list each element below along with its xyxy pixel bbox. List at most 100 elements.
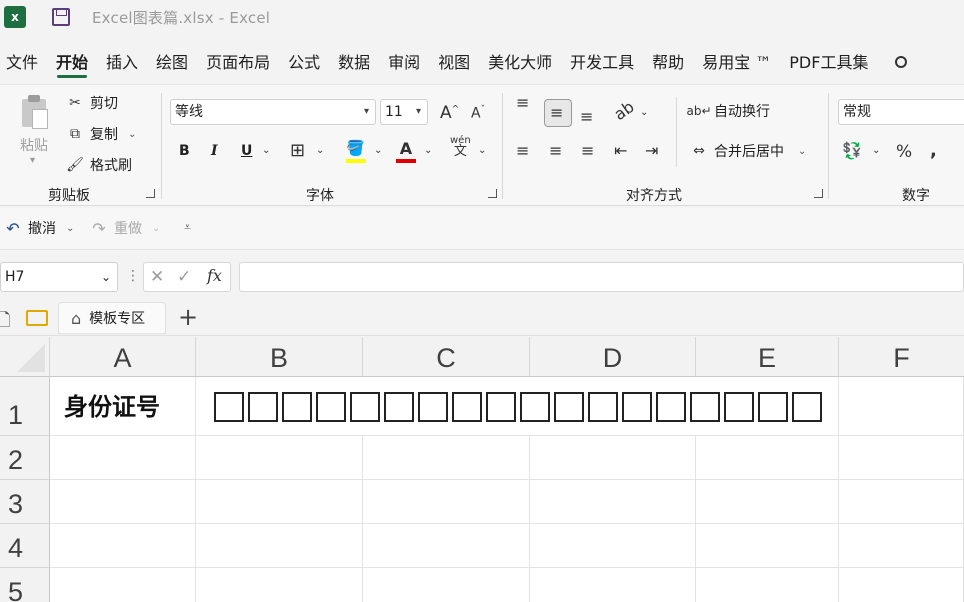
undo-dropdown-icon[interactable]: ⌄ bbox=[66, 223, 74, 234]
align-top-icon[interactable]: ≡ bbox=[516, 95, 529, 111]
cell-b5[interactable] bbox=[196, 568, 363, 602]
cell-f4[interactable] bbox=[839, 524, 964, 568]
cell-e4[interactable] bbox=[696, 524, 839, 568]
comma-style-button[interactable]: , bbox=[930, 140, 937, 161]
font-color-button[interactable]: A bbox=[396, 139, 416, 163]
orientation-icon[interactable]: ab bbox=[610, 97, 637, 124]
column-header-c[interactable]: C bbox=[363, 337, 530, 377]
cell-a1[interactable]: 身份证号 bbox=[50, 377, 196, 436]
cell-c5[interactable] bbox=[363, 568, 530, 602]
cell-d5[interactable] bbox=[530, 568, 696, 602]
decrease-indent-icon[interactable]: ⇤ bbox=[614, 141, 627, 160]
cell-c4[interactable] bbox=[363, 524, 530, 568]
format-painter-button[interactable]: 🖌 格式刷 bbox=[66, 155, 132, 175]
undo-button[interactable]: ↶ 撤消 ⌄ bbox=[4, 218, 74, 238]
formula-input[interactable] bbox=[239, 262, 964, 292]
borders-icon[interactable]: ⊞ bbox=[290, 140, 305, 161]
cell-a3[interactable] bbox=[50, 480, 196, 524]
clipboard-launcher-icon[interactable] bbox=[146, 189, 155, 198]
cell-d4[interactable] bbox=[530, 524, 696, 568]
column-header-f[interactable]: F bbox=[839, 337, 964, 377]
tab-draw[interactable]: 绘图 bbox=[147, 44, 197, 80]
merge-center-dropdown-icon[interactable]: ⌄ bbox=[798, 146, 806, 157]
underline-dropdown-icon[interactable]: ⌄ bbox=[262, 145, 270, 156]
borders-dropdown-icon[interactable]: ⌄ bbox=[316, 145, 324, 156]
cell-b3[interactable] bbox=[196, 480, 363, 524]
row-header-3[interactable]: 3 bbox=[0, 480, 50, 524]
cell-a5[interactable] bbox=[50, 568, 196, 602]
row-header-5[interactable]: 5 bbox=[0, 568, 50, 602]
tab-page-layout[interactable]: 页面布局 bbox=[197, 44, 279, 80]
copy-button[interactable]: ⧉ 复制 ⌄ bbox=[66, 124, 136, 144]
search-icon[interactable] bbox=[895, 56, 908, 68]
increase-indent-icon[interactable]: ⇥ bbox=[645, 141, 658, 160]
cell-f2[interactable] bbox=[839, 436, 964, 480]
align-center-icon[interactable]: ≡ bbox=[549, 141, 562, 160]
tab-insert[interactable]: 插入 bbox=[97, 44, 147, 80]
cell-b2[interactable] bbox=[196, 436, 363, 480]
cut-button[interactable]: ✂ 剪切 bbox=[66, 93, 118, 113]
merge-center-button[interactable]: ⇔ 合并后居中 ⌄ bbox=[690, 141, 806, 161]
underline-button[interactable]: U bbox=[241, 143, 252, 159]
enter-icon[interactable]: ✓ bbox=[177, 267, 191, 287]
cell-d2[interactable] bbox=[530, 436, 696, 480]
template-tab[interactable]: ⌂ 模板专区 bbox=[58, 302, 166, 334]
column-header-d[interactable]: D bbox=[530, 337, 696, 377]
currency-format-icon[interactable]: 💱 bbox=[842, 141, 862, 160]
more-options-icon[interactable]: ⋮ bbox=[126, 268, 140, 284]
redo-dropdown-icon[interactable]: ⌄ bbox=[152, 223, 160, 234]
insert-function-button[interactable]: fx bbox=[207, 266, 222, 285]
tab-view[interactable]: 视图 bbox=[429, 44, 479, 80]
fill-color-button[interactable]: 🪣 bbox=[346, 139, 366, 163]
alignment-launcher-icon[interactable] bbox=[814, 189, 823, 198]
cell-a4[interactable] bbox=[50, 524, 196, 568]
copy-dropdown-icon[interactable]: ⌄ bbox=[128, 129, 136, 140]
tab-data[interactable]: 数据 bbox=[329, 44, 379, 80]
tab-yiyongbao[interactable]: 易用宝 ™ bbox=[693, 44, 780, 80]
cell-e5[interactable] bbox=[696, 568, 839, 602]
tab-formulas[interactable]: 公式 bbox=[279, 44, 329, 80]
font-name-select[interactable]: 等线 ▾ bbox=[170, 99, 376, 125]
font-color-dropdown-icon[interactable]: ⌄ bbox=[424, 145, 432, 156]
font-launcher-icon[interactable] bbox=[488, 189, 497, 198]
cell-d3[interactable] bbox=[530, 480, 696, 524]
tab-beautify[interactable]: 美化大师 bbox=[479, 44, 561, 80]
save-icon[interactable] bbox=[52, 8, 70, 26]
select-all-button[interactable] bbox=[0, 337, 50, 377]
cell-b4[interactable] bbox=[196, 524, 363, 568]
cell-f1[interactable] bbox=[839, 377, 964, 436]
cell-c2[interactable] bbox=[363, 436, 530, 480]
tab-pdf-tools[interactable]: PDF工具集 bbox=[780, 44, 877, 80]
column-header-e[interactable]: E bbox=[696, 337, 839, 377]
bold-button[interactable]: B bbox=[179, 143, 190, 159]
wrap-text-button[interactable]: ab↵ 自动换行 bbox=[686, 101, 770, 121]
phonetic-button[interactable]: wén 文 bbox=[450, 135, 471, 158]
align-right-icon[interactable]: ≡ bbox=[581, 141, 594, 160]
tab-home[interactable]: 开始 bbox=[47, 44, 97, 80]
align-bottom-icon[interactable]: ≡ bbox=[580, 107, 593, 126]
grow-font-button[interactable]: A^ bbox=[440, 103, 459, 123]
tab-developer[interactable]: 开发工具 bbox=[561, 44, 643, 80]
phonetic-dropdown-icon[interactable]: ⌄ bbox=[478, 145, 486, 156]
cell-a2[interactable] bbox=[50, 436, 196, 480]
cell-f5[interactable] bbox=[839, 568, 964, 602]
italic-button[interactable]: I bbox=[211, 143, 218, 159]
row-header-1[interactable]: 1 bbox=[0, 377, 50, 436]
add-tab-button[interactable]: + bbox=[174, 304, 202, 332]
percent-button[interactable]: % bbox=[896, 142, 912, 162]
paste-label[interactable]: 粘贴 bbox=[20, 135, 48, 155]
cancel-icon[interactable]: ✕ bbox=[150, 267, 164, 287]
name-box-dropdown-icon[interactable]: ⌄ bbox=[101, 263, 111, 291]
currency-dropdown-icon[interactable]: ⌄ bbox=[872, 145, 880, 156]
shrink-font-button[interactable]: Aˇ bbox=[471, 105, 485, 122]
column-header-b[interactable]: B bbox=[196, 337, 363, 377]
tab-review[interactable]: 审阅 bbox=[379, 44, 429, 80]
row-header-2[interactable]: 2 bbox=[0, 436, 50, 480]
row-header-4[interactable]: 4 bbox=[0, 524, 50, 568]
redo-button[interactable]: ↷ 重做 ⌄ bbox=[90, 218, 160, 238]
folder-icon[interactable] bbox=[26, 310, 48, 326]
fill-color-dropdown-icon[interactable]: ⌄ bbox=[374, 145, 382, 156]
new-document-icon[interactable]: 🗋 bbox=[0, 308, 10, 338]
paste-icon[interactable] bbox=[20, 95, 50, 129]
number-format-select[interactable]: 常规 bbox=[838, 99, 964, 125]
